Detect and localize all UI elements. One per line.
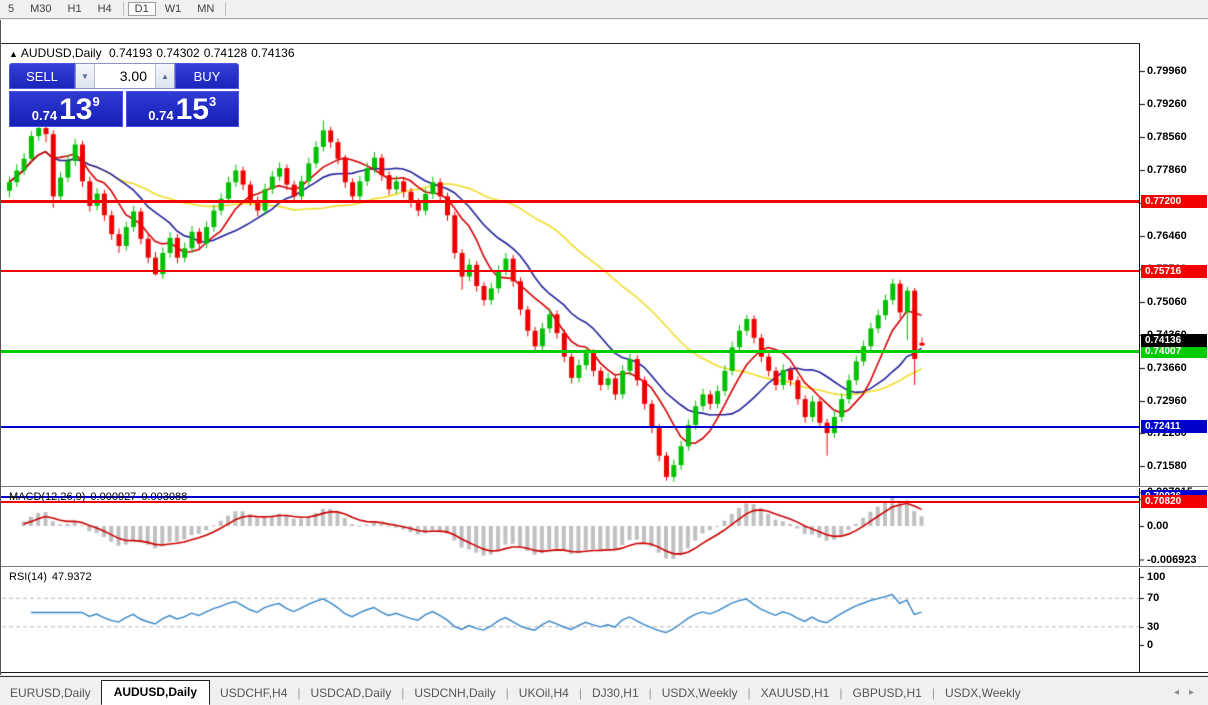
macd-panel-divider[interactable] <box>1 486 1208 488</box>
timeframe-d1[interactable]: D1 <box>127 2 156 16</box>
timeframe-5[interactable]: 5 <box>1 2 21 16</box>
level-price-label: 0.75716 <box>1141 264 1207 278</box>
price-tick-label: 0.71580 <box>1147 460 1187 473</box>
price-tick-label: 0.78560 <box>1147 131 1187 143</box>
plot-top-border <box>1 43 1139 44</box>
rsi-axis-label: 100 <box>1147 571 1166 583</box>
macd-axis-label: -0.006923 <box>1147 553 1197 566</box>
price-tick-label: 0.79260 <box>1147 98 1187 110</box>
tab-eurusd-daily[interactable]: EURUSD,Daily <box>0 682 101 705</box>
volume-control: ▼ 3.00 ▲ <box>75 63 175 89</box>
tab-xauusd-h1[interactable]: XAUUSD,H1 <box>751 682 840 705</box>
volume-decrease-icon[interactable]: ▼ <box>76 64 95 88</box>
date-axis-divider <box>1 672 1208 673</box>
buy-price-big: 15 <box>175 93 209 126</box>
timeframe-mn[interactable]: MN <box>190 2 221 16</box>
ohlc-low: 0.74128 <box>203 46 248 60</box>
tab-usdchf-h4[interactable]: USDCHF,H4 <box>210 682 297 705</box>
buy-button[interactable]: BUY <box>175 63 239 89</box>
chart-tab-bar: EURUSD,Daily AUDUSD,Daily USDCHF,H4 | USDCAD… <box>0 676 1208 705</box>
tab-usdx-weekly[interactable]: USDX,Weekly <box>652 682 748 705</box>
sell-price-display[interactable]: 0.74 13 9 <box>9 91 123 127</box>
chart-symbol-label: AUDUSD,Daily <box>20 46 102 60</box>
level-price-label: 0.77200 <box>1141 194 1207 208</box>
level-line-0.75716[interactable] <box>1 270 1139 273</box>
rsi-indicator-label: RSI(14) 47.9372 <box>9 571 97 583</box>
sell-price-big: 13 <box>59 93 93 126</box>
timeframe-h1[interactable]: H1 <box>61 2 89 16</box>
sell-price-prefix: 0.74 <box>31 108 58 123</box>
level-line-0.77200[interactable] <box>1 199 1139 203</box>
level-price-label: 0.74007 <box>1141 345 1207 359</box>
macd-name: MACD(12,26,9) <box>9 491 86 503</box>
rsi-axis-label: 30 <box>1147 620 1160 633</box>
timeframe-m30[interactable]: M30 <box>23 2 58 16</box>
macd-signal-value: 0.003088 <box>141 491 188 503</box>
buy-price-prefix: 0.74 <box>148 108 174 123</box>
buy-price-pip: 3 <box>208 94 217 109</box>
timeframe-w1[interactable]: W1 <box>158 2 189 16</box>
tab-scroll-controls: ◂ ▸ <box>1174 687 1208 705</box>
ohlc-close: 0.74136 <box>251 46 295 60</box>
price-tick-label: 0.79960 <box>1147 65 1187 77</box>
macd-value: 0.000927 <box>90 491 137 503</box>
toolbar-separator <box>225 2 227 16</box>
price-tick-label: 0.76460 <box>1147 230 1187 242</box>
level-price-label: 0.72411 <box>1141 420 1207 434</box>
timeframe-h4[interactable]: H4 <box>91 2 119 16</box>
price-tick-label: 0.77860 <box>1147 164 1187 176</box>
tab-audusd-daily[interactable]: AUDUSD,Daily <box>100 680 211 705</box>
level-line-0.74007[interactable] <box>1 350 1139 354</box>
sell-price-pip: 9 <box>92 94 100 109</box>
rsi-axis-label: 0 <box>1147 639 1154 651</box>
ohlc-high: 0.74302 <box>156 46 200 60</box>
tab-usdx-weekly[interactable]: USDX,Weekly <box>935 682 1031 705</box>
rsi-name: RSI(14) <box>9 571 47 583</box>
current-price-label: 0.74136 <box>1141 333 1207 347</box>
tab-ukoil-h4[interactable]: UKOil,H4 <box>509 682 579 705</box>
volume-input[interactable]: 3.00 <box>95 64 155 88</box>
chart-ohlc-info: ▲ AUDUSD,Daily 0.74193 0.74302 0.74128 0.741… <box>9 46 299 60</box>
price-tick-label: 0.73660 <box>1147 362 1187 374</box>
buy-price-display[interactable]: 0.74 15 3 <box>125 91 239 127</box>
toolbar-separator <box>122 2 124 16</box>
tab-usdcnh-daily[interactable]: USDCNH,Daily <box>404 682 505 705</box>
level-line-0.72411[interactable] <box>1 425 1139 428</box>
ohlc-open: 0.74193 <box>108 46 153 60</box>
price-tick-label: 0.75060 <box>1147 296 1187 308</box>
price-axis-divider <box>1139 43 1140 672</box>
level-price-label: 0.70820 <box>1141 495 1207 509</box>
price-tick-label: 0.72960 <box>1147 395 1187 407</box>
collapse-icon[interactable]: ▲ <box>9 49 18 59</box>
macd-axis-label: 0.00 <box>1147 520 1169 532</box>
rsi-value: 47.9372 <box>51 571 92 583</box>
tab-usdcad-daily[interactable]: USDCAD,Daily <box>301 682 402 705</box>
rsi-axis-label: 70 <box>1147 592 1160 605</box>
rsi-panel-divider[interactable] <box>1 566 1208 568</box>
timeframe-toolbar: 5 M30 H1 H4 D1 W1 MN <box>0 0 1208 19</box>
one-click-trade-widget: SELL ▼ 3.00 ▲ BUY 0.74 13 9 0.74 15 3 <box>9 63 239 127</box>
tab-scroll-right-icon[interactable]: ▸ <box>1189 687 1194 698</box>
tab-scroll-left-icon[interactable]: ◂ <box>1174 687 1179 698</box>
macd-indicator-label: MACD(12,26,9) 0.000927 0.003088 <box>9 491 192 503</box>
tab-dj30-h1[interactable]: DJ30,H1 <box>582 682 649 705</box>
mt4-terminal: 5 M30 H1 H4 D1 W1 MN 0.77200 0.75716 0.74007 0.72… <box>0 0 1208 705</box>
volume-increase-icon[interactable]: ▲ <box>155 64 174 88</box>
sell-button[interactable]: SELL <box>9 63 75 89</box>
chart-window-audusd: 0.772000.757160.740070.724110.709260.708… <box>0 20 1208 689</box>
tab-gbpusd-h1[interactable]: GBPUSD,H1 <box>842 682 931 705</box>
